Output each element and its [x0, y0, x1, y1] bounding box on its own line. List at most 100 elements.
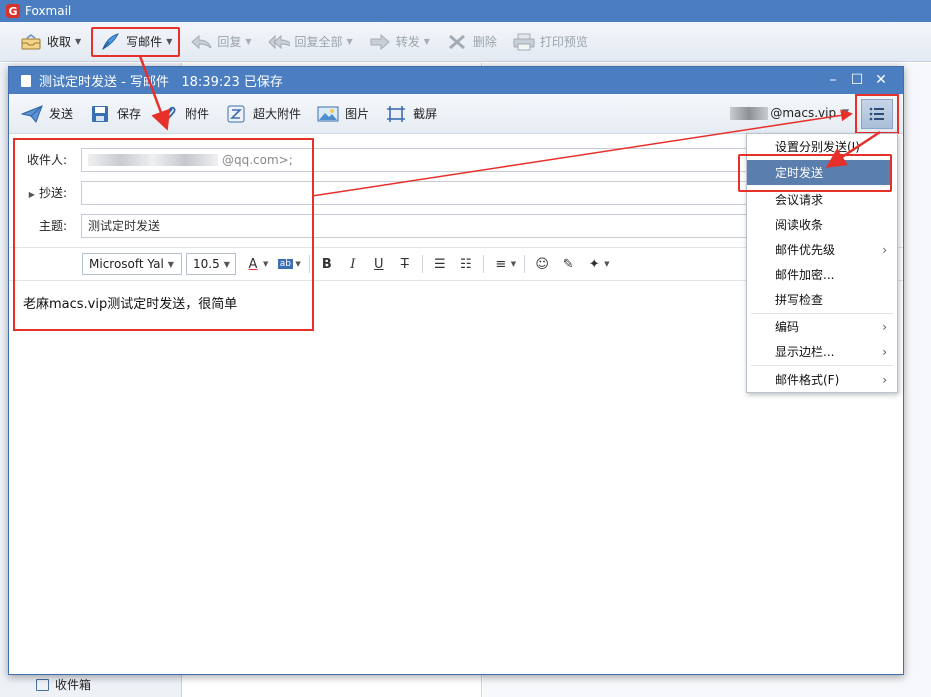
underline-button[interactable]: U — [366, 253, 392, 275]
large-attachment-label: 超大附件 — [253, 107, 302, 121]
compose-toolbar: 发送 保存 附件 超大附件 图片 截屏 @macs.vip ▼ — [9, 94, 903, 134]
chevron-down-icon[interactable]: ▼ — [245, 37, 251, 46]
minimize-icon[interactable]: – — [821, 71, 845, 89]
to-field[interactable]: @qq.com>; — [81, 147, 761, 172]
receive-button[interactable]: 收取 ▼ — [14, 28, 87, 56]
app-titlebar: G Foxmail — [0, 0, 931, 22]
screenshot-button[interactable]: 截屏 — [385, 104, 437, 124]
chevron-down-icon[interactable]: ▼ — [263, 260, 268, 268]
magic-wand-icon: ✦ — [588, 256, 600, 272]
font-family-select[interactable]: Microsoft Yal ▼ — [82, 253, 182, 275]
forward-button[interactable]: 转发 ▼ — [363, 28, 436, 56]
reply-all-label: 回复全部 — [294, 35, 343, 49]
paperclip-icon — [157, 104, 179, 124]
bold-button[interactable]: B — [314, 253, 340, 275]
feather-pen-icon — [99, 32, 121, 51]
account-select[interactable]: @macs.vip ▼ — [730, 106, 849, 120]
list-menu-icon — [869, 107, 884, 121]
emoji-button[interactable]: ☺ — [529, 253, 555, 275]
menu-item-encoding[interactable]: 编码 › — [747, 314, 897, 339]
reply-button[interactable]: 回复 ▼ — [184, 28, 257, 56]
save-button[interactable]: 保存 — [89, 104, 141, 124]
cc-field[interactable] — [81, 180, 761, 205]
inbox-tray-icon — [20, 33, 42, 51]
insert-image-button[interactable]: 图片 — [317, 104, 369, 124]
floppy-disk-icon — [89, 104, 111, 124]
chevron-down-icon: ▼ — [842, 108, 849, 118]
inbox-icon — [36, 678, 49, 691]
toolbar-divider — [482, 255, 484, 273]
menu-item-priority[interactable]: 邮件优先级 › — [747, 237, 897, 262]
menu-item-mail-format[interactable]: 邮件格式(F) › — [747, 367, 897, 392]
chevron-right-icon: › — [882, 319, 887, 334]
delete-label: 删除 — [472, 35, 497, 49]
format-brush-button[interactable]: ✎ — [555, 253, 581, 275]
message-body[interactable]: 老麻macs.vip测试定时发送，很简单 — [23, 293, 237, 312]
chevron-right-icon: › — [882, 242, 887, 257]
large-attachment-button[interactable]: 超大附件 — [225, 104, 301, 124]
menu-item-show-sidebar[interactable]: 显示边栏... › — [747, 339, 897, 364]
delete-button[interactable]: 删除 — [440, 28, 503, 56]
image-icon — [317, 104, 339, 124]
forward-label: 转发 — [395, 35, 420, 49]
chevron-down-icon[interactable]: ▼ — [511, 260, 516, 268]
send-button[interactable]: 发送 — [21, 104, 73, 124]
save-label: 保存 — [117, 107, 142, 121]
menu-item-encrypt[interactable]: 邮件加密... — [747, 262, 897, 287]
cc-label-wrap[interactable]: ▶ 抄送: — [9, 184, 79, 201]
document-icon — [21, 74, 31, 87]
cc-label: 抄送: — [38, 186, 67, 200]
receive-label: 收取 — [47, 35, 72, 49]
folder-item-inbox[interactable]: 收件箱 — [36, 676, 91, 693]
blurred-recipient — [88, 153, 218, 166]
subject-field[interactable]: 测试定时发送 — [81, 213, 761, 238]
more-options-button[interactable] — [855, 94, 899, 134]
chevron-down-icon[interactable]: ▼ — [295, 260, 300, 268]
print-preview-button[interactable]: 打印预览 — [507, 28, 594, 56]
reply-all-arrow-icon — [267, 33, 290, 51]
menu-item-meeting-request[interactable]: 会议请求 — [747, 187, 897, 212]
menu-item-separate-send[interactable]: 设置分别发送(I) — [747, 134, 897, 159]
to-label: 收件人: — [26, 153, 67, 167]
chevron-down-icon: ▼ — [167, 259, 174, 269]
bold-icon: B — [321, 256, 332, 272]
printer-icon — [513, 33, 535, 51]
attach-label: 附件 — [185, 107, 210, 121]
align-icon: ≡ — [495, 256, 507, 272]
bullet-list-button[interactable]: ☰ — [427, 253, 453, 275]
chevron-down-icon: ▼ — [223, 259, 230, 269]
menu-item-scheduled-send[interactable]: 定时发送 — [747, 160, 891, 185]
compose-window-title: 测试定时发送 - 写邮件 18:39:23 已保存 — [39, 75, 283, 90]
menu-item-spellcheck[interactable]: 拼写检查 — [747, 287, 897, 312]
numbered-list-button[interactable]: ☷ — [453, 253, 479, 275]
reply-all-button[interactable]: 回复全部 ▼ — [262, 28, 359, 56]
numbered-list-icon: ☷ — [459, 256, 472, 272]
reply-arrow-icon — [190, 33, 212, 51]
chevron-down-icon[interactable]: ▼ — [347, 37, 353, 46]
close-icon[interactable]: ✕ — [869, 71, 893, 89]
chevron-down-icon[interactable]: ▼ — [604, 260, 609, 268]
font-size-select[interactable]: 10.5 ▼ — [186, 253, 236, 275]
italic-icon: I — [350, 256, 356, 272]
menu-item-read-receipt[interactable]: 阅读收条 — [747, 212, 897, 237]
strikethrough-button[interactable]: T — [392, 253, 418, 275]
chevron-down-icon[interactable]: ▼ — [75, 37, 81, 46]
maximize-icon[interactable]: ☐ — [845, 71, 869, 89]
expand-triangle-icon[interactable]: ▶ — [29, 190, 35, 199]
chevron-down-icon[interactable]: ▼ — [166, 37, 172, 46]
main-toolbar: 收取 ▼ 写邮件 ▼ 回复 ▼ 回复全部 ▼ 转发 ▼ 删除 打印预览 — [0, 22, 931, 62]
reply-label: 回复 — [217, 35, 242, 49]
compose-button[interactable]: 写邮件 ▼ — [91, 26, 181, 57]
chevron-down-icon[interactable]: ▼ — [424, 37, 430, 46]
attach-button[interactable]: 附件 — [157, 104, 209, 124]
font-family-value: Microsoft Yal — [89, 257, 164, 271]
toolbar-divider — [524, 255, 526, 273]
italic-button[interactable]: I — [340, 253, 366, 275]
font-color-icon: A — [248, 256, 258, 272]
blurred-username — [730, 106, 769, 120]
app-title: Foxmail — [25, 4, 72, 18]
insert-image-label: 图片 — [345, 107, 370, 121]
delete-x-icon — [446, 33, 468, 51]
smiley-icon: ☺ — [535, 256, 549, 272]
chevron-right-icon: › — [882, 344, 887, 359]
